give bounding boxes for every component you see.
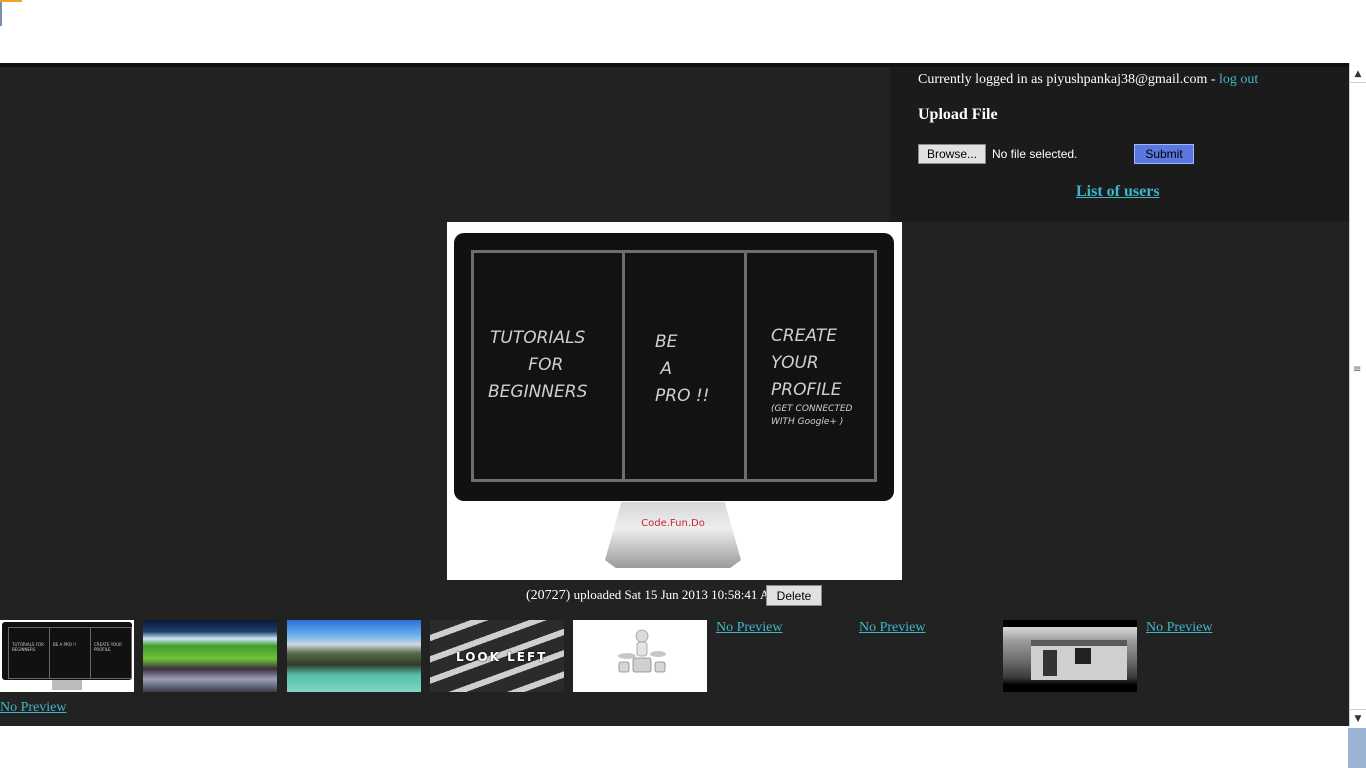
thumb-pane: TUTORIALS FOR BEGINNERS [12,642,44,652]
file-status: No file selected. [992,147,1078,161]
scroll-up-icon[interactable]: ▲ [1350,65,1366,83]
house-door [1043,650,1057,676]
pane-small-text: (GET CONNECTED WITH Google+ ) [771,404,853,427]
monitor-screen: TUTORIALS FOR BEGINNERS BE A PRO !! CREA… [471,250,877,482]
thumb-pane: CREATE YOUR PROFILE [90,628,131,678]
drummer-icon [618,629,666,673]
top-marker-line [0,2,2,26]
page-frame: Currently logged in as piyushpankaj38@gm… [0,67,1349,726]
selected-image[interactable]: TUTORIALS FOR BEGINNERS BE A PRO !! CREA… [447,222,902,580]
login-email: piyushpankaj38@gmail.com [1046,72,1208,87]
look-left-text: LOOK LEFT [456,650,548,664]
pane-text: BE A PRO !! [655,332,710,406]
page-scrollbar-thumb[interactable] [1348,728,1366,768]
thumbnail-monitor[interactable]: TUTORIALS FOR BEGINNERS BE A PRO !! CREA… [0,620,134,692]
thumbnail-drummer[interactable] [573,620,707,692]
thumbnail-old-house[interactable] [1003,620,1137,692]
upload-timestamp: uploaded Sat 15 Jun 2013 10:58:41 AM [573,587,781,602]
monitor-graphic: TUTORIALS FOR BEGINNERS BE A PRO !! CREA… [454,233,894,501]
image-id: (20727) [526,588,571,603]
logout-link[interactable]: log out [1219,72,1258,87]
brand-text: Code.Fun.Do [641,518,705,529]
login-status: Currently logged in as piyushpankaj38@gm… [918,72,1258,88]
thumbnail-no-preview[interactable]: No Preview [1146,620,1213,636]
monitor-stand: Code.Fun.Do [605,502,741,568]
login-prefix: Currently logged in as [918,72,1043,87]
pane-text: CREATE YOUR PROFILE [771,326,842,400]
login-separator: - [1210,72,1216,87]
submit-button[interactable]: Submit [1134,144,1194,164]
delete-button[interactable]: Delete [766,585,822,606]
pane-text: TUTORIALS FOR BEGINNERS [488,328,588,402]
scroll-down-icon[interactable]: ▼ [1350,709,1366,727]
thumb-monitor: TUTORIALS FOR BEGINNERS BE A PRO !! CREA… [2,622,132,680]
screen-pane-pro: BE A PRO !! [622,253,744,479]
browser-top-area [0,0,1366,63]
top-marker [0,0,22,2]
image-caption: (20727) uploaded Sat 15 Jun 2013 10:58:4… [526,587,781,604]
thumb-pane: BE A PRO !! [49,628,90,678]
thumbnail-stadium[interactable] [143,620,277,692]
thumbnail-no-preview[interactable]: No Preview [0,700,67,716]
scroll-grip-icon[interactable]: ≡ [1353,365,1363,375]
thumbnail-mountains[interactable] [287,620,421,692]
upload-title: Upload File [918,106,998,123]
thumbnail-look-left[interactable]: LOOK LEFT [430,620,564,692]
thumb-screen: TUTORIALS FOR BEGINNERS BE A PRO !! CREA… [8,627,132,679]
list-of-users-link[interactable]: List of users [1076,183,1160,201]
house-window [1075,648,1091,664]
frame-scrollbar[interactable]: ▲ ≡ ▼ [1349,63,1366,727]
screen-pane-profile: CREATE YOUR PROFILE (GET CONNECTED WITH … [744,253,874,479]
browse-button[interactable]: Browse... [918,144,986,164]
thumbnail-no-preview[interactable]: No Preview [716,620,783,636]
thumb-stand [52,680,82,690]
account-panel: Currently logged in as piyushpankaj38@gm… [890,67,1349,222]
screen-pane-tutorials: TUTORIALS FOR BEGINNERS [474,253,622,479]
thumbnail-no-preview[interactable]: No Preview [859,620,926,636]
